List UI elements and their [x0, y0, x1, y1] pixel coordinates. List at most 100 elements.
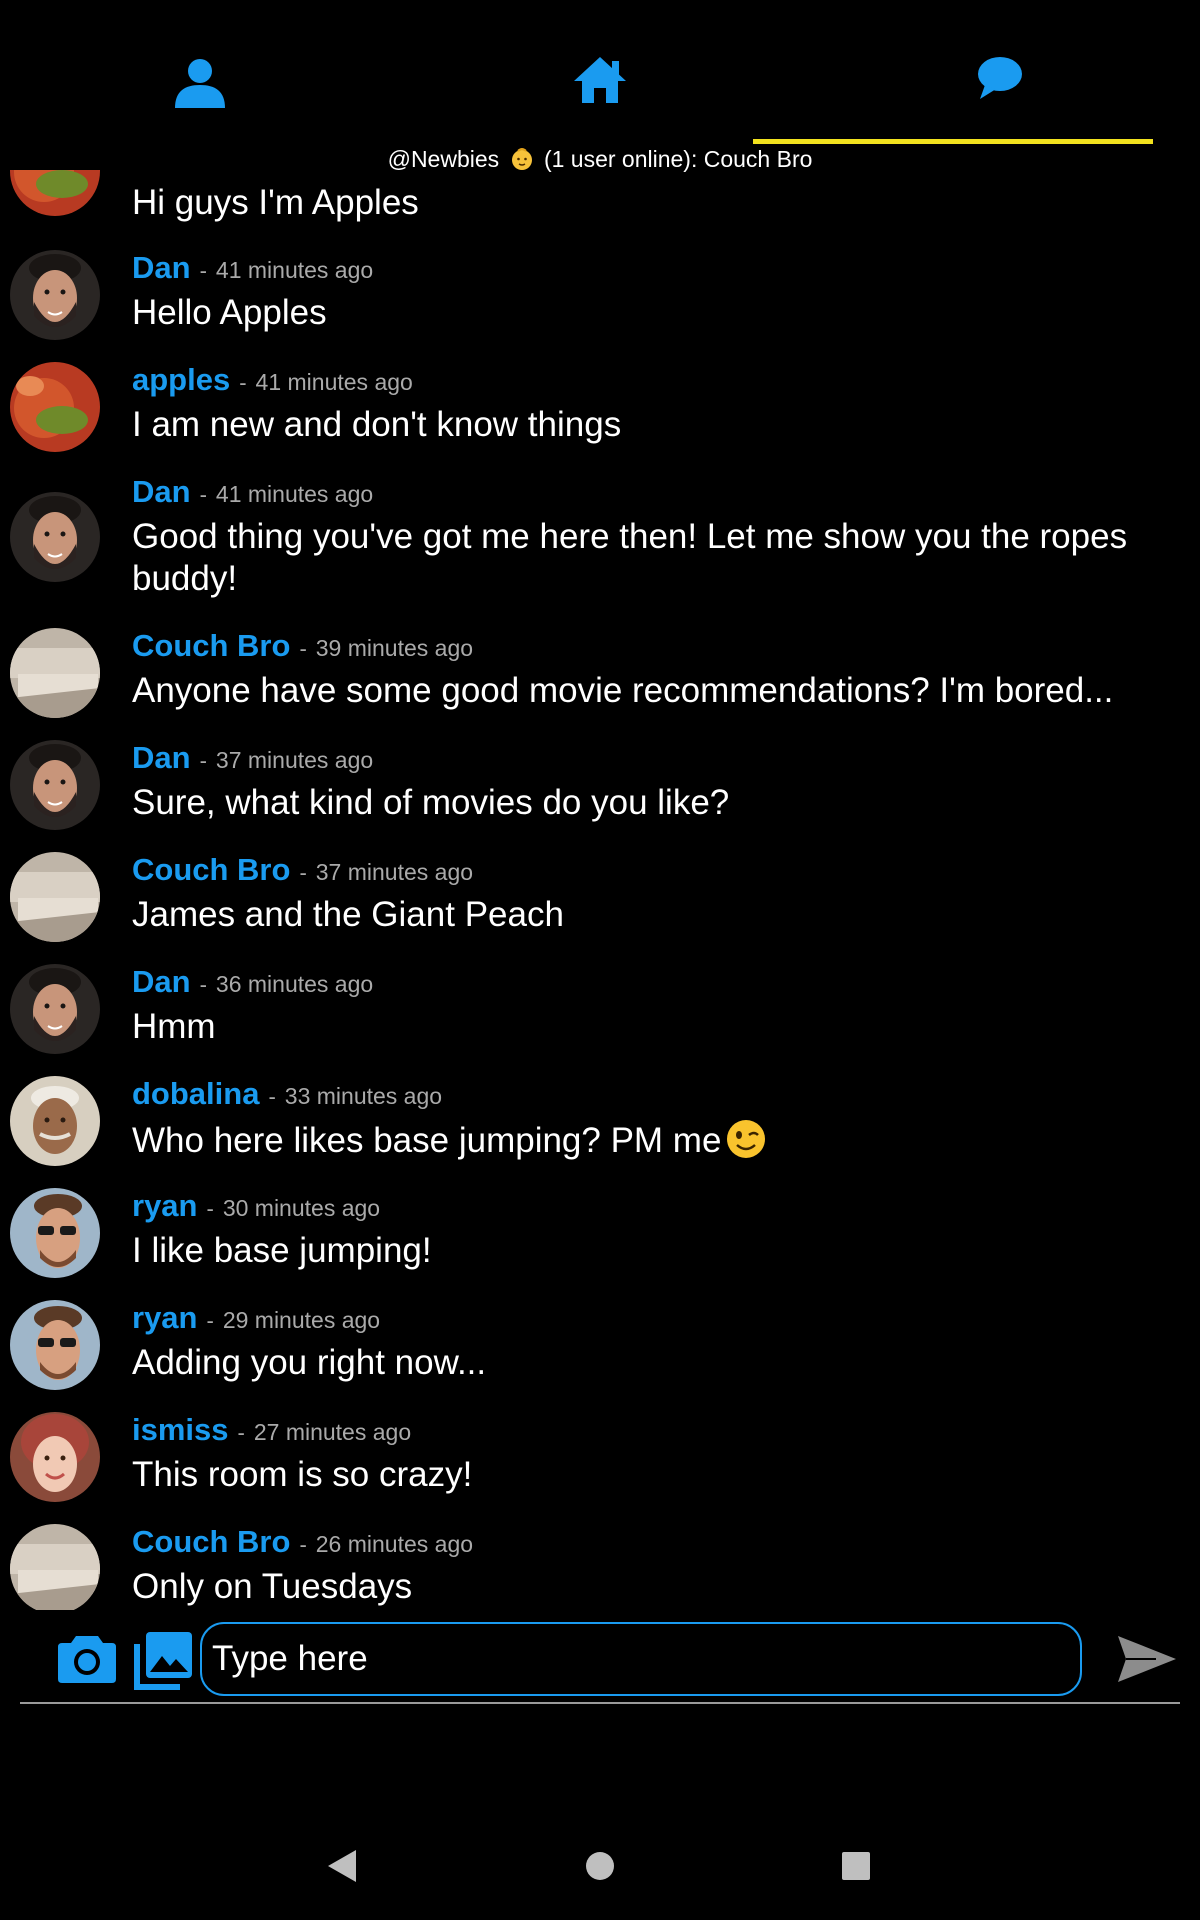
gallery-button[interactable]: [134, 1632, 192, 1695]
room-name: @Newbies: [387, 146, 500, 172]
message-username[interactable]: ryan: [132, 1188, 197, 1223]
message-username[interactable]: Dan: [132, 474, 191, 509]
avatar-apples[interactable]: [10, 170, 100, 216]
message-username[interactable]: Couch Bro: [132, 1524, 290, 1559]
dobalina-avatar-image: [10, 1076, 100, 1166]
room-online-status: (1 user online): Couch Bro: [543, 146, 813, 172]
message-text: Who here likes base jumping? PM me: [132, 1118, 1172, 1162]
message-text: I like base jumping!: [132, 1231, 432, 1270]
message-meta: Couch Bro -39 minutes ago: [132, 628, 474, 663]
message-timestamp: 36 minutes ago: [215, 971, 374, 997]
dan-avatar-image: [10, 740, 100, 830]
couch-avatar-image: [10, 852, 100, 942]
message-username[interactable]: Dan: [132, 740, 191, 775]
dan-avatar-image: [10, 250, 100, 340]
tab-profile[interactable]: [0, 55, 400, 145]
message-username[interactable]: Couch Bro: [132, 852, 290, 887]
message-meta: Couch Bro -26 minutes ago: [132, 1524, 474, 1559]
message-meta: Dan -36 minutes ago: [132, 964, 374, 999]
winking-face-emoji: [727, 1120, 766, 1158]
ismiss-avatar-image: [10, 1412, 100, 1502]
message-text: Good thing you've got me here then! Let …: [132, 517, 1128, 598]
message-timestamp: 41 minutes ago: [215, 257, 374, 283]
message-timestamp: 26 minutes ago: [315, 1531, 474, 1557]
home-circle-button[interactable]: [584, 1848, 616, 1889]
chat-bubble-icon: [978, 57, 1022, 99]
tab-chat[interactable]: [800, 55, 1200, 145]
avatar-dan[interactable]: [10, 964, 100, 1054]
message-text: Anyone have some good movie recommendati…: [132, 671, 1114, 710]
avatar-apples[interactable]: [10, 362, 100, 452]
avatar-ismiss[interactable]: [10, 1412, 100, 1502]
apple-avatar-image: [10, 170, 100, 216]
message-meta: ismiss -27 minutes ago: [132, 1412, 412, 1447]
camera-icon: [58, 1636, 116, 1683]
message-timestamp: 37 minutes ago: [215, 747, 374, 773]
avatar-couch-bro[interactable]: [10, 852, 100, 942]
home-circle-icon: [586, 1852, 614, 1880]
message-meta: dobalina -33 minutes ago: [132, 1076, 443, 1111]
message-timestamp: 39 minutes ago: [315, 635, 474, 661]
message-username[interactable]: ryan: [132, 1300, 197, 1335]
message-meta: apples -41 minutes ago: [132, 362, 413, 397]
baby-emoji: [511, 148, 532, 170]
top-nav: [0, 0, 1200, 150]
gallery-icon: [134, 1632, 192, 1690]
send-icon: [1118, 1636, 1176, 1682]
recents-button[interactable]: [840, 1848, 872, 1889]
system-nav-bar: [0, 1820, 1200, 1920]
avatar-dan[interactable]: [10, 250, 100, 340]
message-text: This room is so crazy!: [132, 1455, 473, 1494]
avatar-dan[interactable]: [10, 492, 100, 582]
message-meta: Couch Bro -37 minutes ago: [132, 852, 474, 887]
ryan-avatar-image: [10, 1188, 100, 1278]
message-text: James and the Giant Peach: [132, 895, 564, 934]
message-timestamp: 37 minutes ago: [315, 859, 474, 885]
message-meta: Dan -41 minutes ago: [132, 250, 374, 285]
recents-icon: [842, 1852, 870, 1880]
message-username[interactable]: Dan: [132, 250, 191, 285]
message-text: Hi guys I'm Apples: [132, 183, 419, 222]
message-timestamp: 41 minutes ago: [215, 481, 374, 507]
message-input[interactable]: [200, 1622, 1082, 1696]
message-timestamp: 33 minutes ago: [284, 1083, 443, 1109]
message-meta: Dan -41 minutes ago: [132, 474, 374, 509]
message-username[interactable]: apples: [132, 362, 230, 397]
person-icon: [175, 59, 225, 108]
couch-avatar-image: [10, 628, 100, 718]
back-button[interactable]: [326, 1848, 358, 1889]
avatar-dobalina[interactable]: [10, 1076, 100, 1166]
message-meta: ryan -29 minutes ago: [132, 1300, 381, 1335]
message-text: Sure, what kind of movies do you like?: [132, 783, 730, 822]
message-timestamp: 30 minutes ago: [222, 1195, 381, 1221]
room-status: @Newbies (1 user online): Couch Bro: [0, 146, 1200, 173]
message-text: Hmm: [132, 1007, 216, 1046]
composer-divider: [20, 1702, 1180, 1704]
apple-avatar-image: [10, 362, 100, 452]
message-username[interactable]: Couch Bro: [132, 628, 290, 663]
dan-avatar-image: [10, 492, 100, 582]
message-meta: ryan -30 minutes ago: [132, 1188, 381, 1223]
message-timestamp: 27 minutes ago: [253, 1419, 412, 1445]
ryan-avatar-image: [10, 1300, 100, 1390]
message-list[interactable]: Hi guys I'm Apples Dan -41 minutes ago He…: [0, 170, 1200, 1610]
active-tab-indicator: [753, 139, 1153, 144]
message-timestamp: 29 minutes ago: [222, 1307, 381, 1333]
avatar-dan[interactable]: [10, 740, 100, 830]
message-username[interactable]: dobalina: [132, 1076, 259, 1111]
message-text: I am new and don't know things: [132, 405, 622, 444]
message-text: Adding you right now...: [132, 1343, 487, 1382]
message-meta: Dan -37 minutes ago: [132, 740, 374, 775]
camera-button[interactable]: [58, 1632, 116, 1689]
tab-home[interactable]: [400, 55, 800, 145]
back-icon: [328, 1850, 356, 1882]
message-username[interactable]: ismiss: [132, 1412, 229, 1447]
couch-avatar-image: [10, 1524, 100, 1610]
avatar-ryan[interactable]: [10, 1300, 100, 1390]
send-button[interactable]: [1116, 1634, 1178, 1689]
message-username[interactable]: Dan: [132, 964, 191, 999]
avatar-couch-bro[interactable]: [10, 628, 100, 718]
avatar-couch-bro[interactable]: [10, 1524, 100, 1610]
message-text: Only on Tuesdays: [132, 1567, 413, 1606]
avatar-ryan[interactable]: [10, 1188, 100, 1278]
